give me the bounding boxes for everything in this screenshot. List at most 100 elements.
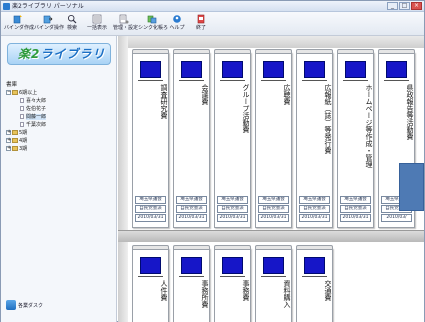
toolbar-label: ヘルプ bbox=[169, 25, 185, 31]
binder-cap bbox=[214, 49, 251, 54]
minimize-button[interactable]: _ bbox=[387, 2, 398, 10]
toolbar-label: 終了 bbox=[195, 25, 206, 31]
binder-cap bbox=[378, 49, 415, 54]
settings-icon bbox=[119, 14, 129, 24]
binder-cap bbox=[255, 245, 292, 250]
expand-icon[interactable]: + bbox=[6, 146, 11, 151]
binder-org1: 埼玉県議会 bbox=[299, 196, 330, 204]
tree-node-label: 間藤一郎 bbox=[26, 114, 47, 120]
binder-transport[interactable]: 交通費 bbox=[296, 245, 333, 322]
binder-label-square bbox=[384, 61, 409, 81]
help-button[interactable]: ヘルプ bbox=[169, 13, 185, 35]
app-icon bbox=[3, 3, 10, 10]
shelf-board bbox=[118, 230, 424, 242]
toolbar-label: 管理・設定 bbox=[113, 25, 139, 31]
logo-text: 楽2ライブラリ bbox=[18, 46, 105, 62]
binder-cap bbox=[337, 49, 374, 54]
folder-icon bbox=[12, 138, 18, 143]
search-icon bbox=[67, 14, 77, 24]
tree-node-member-3[interactable]: 間藤一郎 bbox=[6, 113, 114, 121]
binder-footer: 埼玉県議会 自民党会派 2010/03/31 bbox=[176, 196, 207, 223]
binder-title: 広聴費 bbox=[283, 84, 291, 105]
collapse-icon[interactable]: − bbox=[6, 90, 11, 95]
logo-text-b: ライブラリ bbox=[40, 47, 106, 61]
binder-publication[interactable]: 広報紙（誌）等発行費 埼玉県議会 自民党会派 2010/03/31 bbox=[296, 49, 333, 228]
binder-org2: 自民党会派 bbox=[340, 205, 371, 213]
maximize-button[interactable]: □ bbox=[399, 2, 410, 10]
expand-icon[interactable]: + bbox=[6, 138, 11, 143]
binder-org1: 埼玉県議会 bbox=[217, 196, 248, 204]
binder-date: 2010/03/31 bbox=[217, 214, 248, 222]
toolbar-label: 一括表示 bbox=[86, 25, 107, 31]
desk-button[interactable]: 各業ダスク bbox=[6, 299, 46, 311]
tree-node-3ki[interactable]: +3期 bbox=[6, 145, 114, 153]
binder-office-expense[interactable]: 事務費 bbox=[214, 245, 251, 322]
binder-footer: 埼玉県議会 自民党会派 2010/03/31 bbox=[217, 196, 248, 223]
tree-node-label: 4期 bbox=[19, 138, 28, 144]
binder-footer: 埼玉県議会 自民党会派 2010/03/31 bbox=[258, 196, 289, 223]
folder-icon bbox=[12, 130, 18, 135]
tree-node-label: 喜々大郎 bbox=[26, 98, 47, 104]
binder-org1: 埼玉県議会 bbox=[258, 196, 289, 204]
sync-icon bbox=[147, 15, 157, 24]
binder-op-icon bbox=[43, 15, 53, 24]
tree-root-label: 書庫 bbox=[6, 82, 18, 88]
tree-node-member-1[interactable]: 喜々大郎 bbox=[6, 97, 114, 105]
tree-node-5ki[interactable]: +5期 bbox=[6, 129, 114, 137]
binder-label-square bbox=[220, 61, 245, 81]
binder-title: 会議費 bbox=[201, 84, 209, 105]
binder-create-button[interactable]: バインダ作成 bbox=[4, 13, 35, 35]
exit-button[interactable]: 終了 bbox=[194, 13, 208, 35]
binder-office[interactable]: 事務所費 bbox=[173, 245, 210, 322]
toolbar-label: バインダ作成 bbox=[4, 25, 35, 31]
binder-date: 2010/03/31 bbox=[299, 214, 330, 222]
toolbar-label: 検索 bbox=[66, 25, 77, 31]
shelf-top bbox=[118, 36, 424, 48]
binder-title: 県政報告等活動費 bbox=[406, 84, 414, 140]
binder-meeting[interactable]: 会議費 埼玉県議会 自民党会派 2010/03/31 bbox=[173, 49, 210, 228]
binder-org1: 埼玉県議会 bbox=[176, 196, 207, 204]
binder-personnel[interactable]: 人件費 bbox=[132, 245, 169, 322]
binder-title: 調査研究費 bbox=[160, 84, 168, 119]
close-button[interactable]: × bbox=[411, 2, 422, 10]
binder-footer: 埼玉県議会 自民党会派 2010/03/31 bbox=[299, 196, 330, 223]
binder-cap bbox=[296, 245, 333, 250]
binder-org1: 埼玉県議会 bbox=[340, 196, 371, 204]
document-icon bbox=[20, 122, 24, 127]
shelf-side-left bbox=[118, 36, 128, 322]
overlay-panel bbox=[399, 163, 424, 211]
binder-operate-button[interactable]: バインダ操作 bbox=[34, 13, 64, 35]
desk-button-label: 各業ダスク bbox=[18, 302, 44, 309]
window-title: 楽2ライブラリ パーソナル bbox=[12, 3, 84, 10]
binder-org2: 自民党会派 bbox=[299, 205, 330, 213]
binder-cap bbox=[173, 245, 210, 250]
tree-node-member-4[interactable]: 千葉次郎 bbox=[6, 121, 114, 129]
binder-cap bbox=[173, 49, 210, 54]
binder-title: 事務所費 bbox=[201, 280, 209, 308]
binder-org1: 埼玉県議会 bbox=[135, 196, 166, 204]
tree-node-6ki[interactable]: − 6期以上 bbox=[6, 89, 114, 97]
binder-label-square bbox=[220, 257, 245, 277]
tree-node-label: 千葉次郎 bbox=[26, 122, 47, 128]
binder-org2: 自民党会派 bbox=[176, 205, 207, 213]
binder-label-square bbox=[179, 257, 204, 277]
binder-title: 資料購入 bbox=[283, 280, 291, 308]
binder-label-square bbox=[138, 257, 163, 277]
binder-public-hearing[interactable]: 広聴費 埼玉県議会 自民党会派 2010/03/31 bbox=[255, 49, 292, 228]
settings-button[interactable]: 管理・設定 bbox=[113, 13, 139, 35]
binder-homepage[interactable]: ホームページ等作成・管理 埼玉県議会 自民党会派 2010/03/31 bbox=[337, 49, 374, 228]
tree-node-4ki[interactable]: +4期 bbox=[6, 137, 114, 145]
search-button[interactable]: 検索 bbox=[64, 13, 80, 35]
binder-materials[interactable]: 資料購入 bbox=[255, 245, 292, 322]
sync-button[interactable]: シンク化帳ろ bbox=[138, 13, 169, 35]
tree-node-label: 6期以上 bbox=[19, 90, 38, 96]
binder-label-square bbox=[302, 61, 327, 81]
expand-icon[interactable]: + bbox=[6, 130, 11, 135]
toolbar-label: シンク化帳ろ bbox=[138, 25, 169, 31]
list-view-button[interactable]: 一括表示 bbox=[86, 13, 108, 35]
binder-label-square bbox=[261, 257, 286, 277]
binder-title: 人件費 bbox=[160, 280, 168, 301]
binder-group-activity[interactable]: グループ活動費 埼玉県議会 自民党会派 2010/03/31 bbox=[214, 49, 251, 228]
tree-node-member-2[interactable]: 佐伯花子 bbox=[6, 105, 114, 113]
binder-research[interactable]: 調査研究費 埼玉県議会 自民党会派 2010/03/31 bbox=[132, 49, 169, 228]
